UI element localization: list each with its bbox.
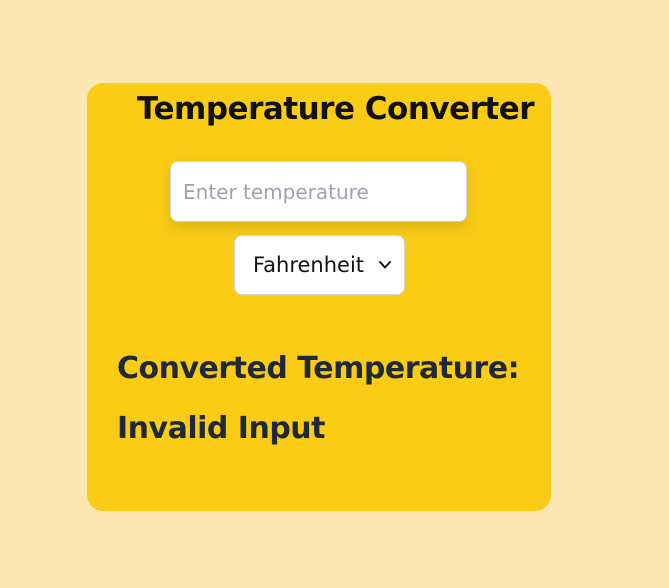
- page-title: Temperature Converter: [137, 91, 535, 127]
- unit-select[interactable]: Fahrenheit: [234, 235, 405, 295]
- converter-card: Temperature Converter Fahrenheit Convert…: [87, 83, 551, 511]
- result-label: Converted Temperature:: [117, 351, 520, 386]
- result-value: Invalid Input: [117, 411, 326, 446]
- temperature-input[interactable]: [170, 161, 467, 222]
- unit-select-value: Fahrenheit: [253, 253, 365, 277]
- page: { "card": { "title": "Temperature Conver…: [0, 0, 669, 588]
- chevron-down-icon: [379, 261, 391, 269]
